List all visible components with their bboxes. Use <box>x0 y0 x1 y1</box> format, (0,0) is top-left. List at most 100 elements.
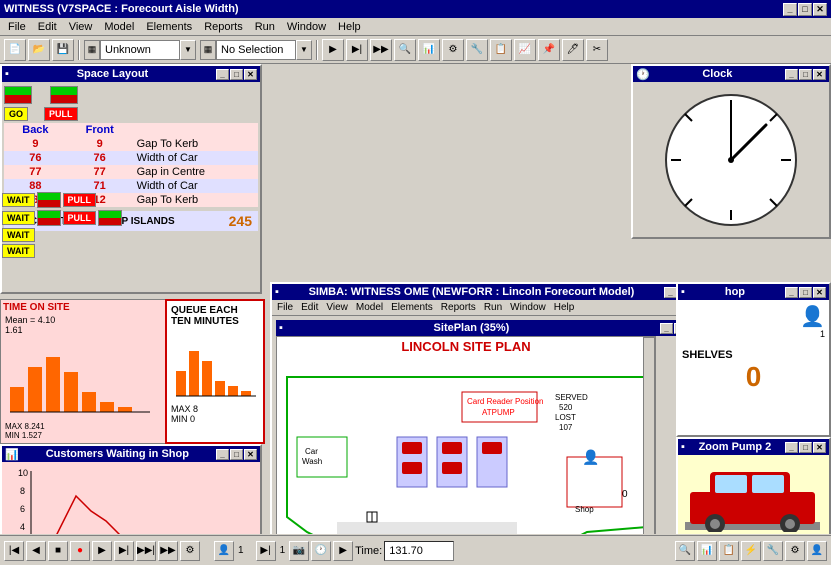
wait-btn-1[interactable]: WAIT <box>2 193 35 207</box>
step-back-button[interactable]: ◀ <box>26 541 46 561</box>
skip-back-button[interactable]: |◀ <box>4 541 24 561</box>
tool-btn-7[interactable]: 📋 <box>490 39 512 61</box>
pull-btn-3[interactable]: PULL <box>63 211 97 225</box>
pull-btn-2[interactable]: PULL <box>63 193 97 207</box>
shop-maximize[interactable]: □ <box>799 287 812 298</box>
row-label: Gap To Kerb <box>133 137 258 151</box>
simba-menu-window[interactable]: Window <box>506 301 550 314</box>
stop-button[interactable]: ■ <box>48 541 68 561</box>
clock-close[interactable]: ✕ <box>813 69 826 80</box>
zoom-maximize[interactable]: □ <box>799 442 812 453</box>
menu-edit[interactable]: Edit <box>32 20 63 34</box>
tool-btn-3[interactable]: 🔍 <box>394 39 416 61</box>
menu-window[interactable]: Window <box>281 20 332 34</box>
zoom-minimize[interactable]: _ <box>785 442 798 453</box>
minimize-button[interactable]: _ <box>783 3 797 16</box>
menu-reports[interactable]: Reports <box>198 20 249 34</box>
save-button[interactable]: 💾 <box>52 39 74 61</box>
cw-close[interactable]: ✕ <box>244 449 257 460</box>
status-right-6[interactable]: ⚙ <box>785 541 805 561</box>
agent-button[interactable]: 👤 <box>214 541 234 561</box>
simba-menu-edit[interactable]: Edit <box>297 301 322 314</box>
maximize-button[interactable]: □ <box>798 3 812 16</box>
cw-maximize[interactable]: □ <box>230 449 243 460</box>
svg-text:520: 520 <box>559 403 573 412</box>
settings-button[interactable]: ⚙ <box>180 541 200 561</box>
status-tool-1[interactable]: ▶ <box>333 541 353 561</box>
skip-forward-button[interactable]: ▶▶| <box>136 541 156 561</box>
tool-btn-4[interactable]: 📊 <box>418 39 440 61</box>
menu-elements[interactable]: Elements <box>140 20 198 34</box>
wait-btn-4[interactable]: WAIT <box>2 244 35 258</box>
status-right-4[interactable]: ⚡ <box>741 541 761 561</box>
siteplan-scrollbar-v[interactable] <box>643 337 655 534</box>
menu-run[interactable]: Run <box>249 20 281 34</box>
zoom-close[interactable]: ✕ <box>813 442 826 453</box>
svg-text:Car: Car <box>305 447 318 456</box>
time-value: 131.70 <box>384 541 454 561</box>
close-button[interactable]: ✕ <box>813 3 827 16</box>
simba-menu-elements[interactable]: Elements <box>387 301 437 314</box>
status-right-7[interactable]: 👤 <box>807 541 827 561</box>
simba-menu-run[interactable]: Run <box>480 301 506 314</box>
shop-window: ▪ hop _ □ ✕ 👤 1 SHELVES 0 <box>676 282 831 437</box>
wait-btn-3[interactable]: WAIT <box>2 228 35 242</box>
shop-minimize[interactable]: _ <box>785 287 798 298</box>
clock-minimize[interactable]: _ <box>785 69 798 80</box>
main-area: ▪ Space Layout _ □ ✕ <box>0 64 831 534</box>
shop-close[interactable]: ✕ <box>813 287 826 298</box>
menu-file[interactable]: File <box>2 20 32 34</box>
step-forward-button[interactable]: ▶| <box>114 541 134 561</box>
status-right-1[interactable]: 🔍 <box>675 541 695 561</box>
menu-help[interactable]: Help <box>332 20 367 34</box>
unknown-dropdown-arrow[interactable]: ▼ <box>180 40 196 60</box>
tool-btn-10[interactable]: 🖊 <box>562 39 584 61</box>
no-selection-value: No Selection <box>221 44 283 56</box>
simba-menu-reports[interactable]: Reports <box>437 301 480 314</box>
cw-minimize[interactable]: _ <box>216 449 229 460</box>
record-button[interactable]: ● <box>70 541 90 561</box>
space-layout-maximize[interactable]: □ <box>230 69 243 80</box>
space-layout-window: ▪ Space Layout _ □ ✕ <box>0 64 262 294</box>
unknown-dropdown[interactable]: Unknown <box>100 40 180 60</box>
go-button[interactable]: GO <box>4 107 28 121</box>
back-value: 77 <box>4 165 67 179</box>
simba-icon: ▪ <box>275 286 279 298</box>
tool-btn-6[interactable]: 🔧 <box>466 39 488 61</box>
open-button[interactable]: 📂 <box>28 39 50 61</box>
simba-menu-view[interactable]: View <box>322 301 352 314</box>
label-header <box>133 123 258 137</box>
no-selection-arrow[interactable]: ▼ <box>296 40 312 60</box>
camera-button[interactable]: 📷 <box>289 541 309 561</box>
separator-1 <box>78 40 80 60</box>
simba-menu-model[interactable]: Model <box>352 301 387 314</box>
space-layout-minimize[interactable]: _ <box>216 69 229 80</box>
tool-btn-9[interactable]: 📌 <box>538 39 560 61</box>
tool-a[interactable]: ▶| <box>256 541 276 561</box>
status-right-3[interactable]: 📋 <box>719 541 739 561</box>
run-button[interactable]: ▶ <box>322 39 344 61</box>
status-right-2[interactable]: 📊 <box>697 541 717 561</box>
space-layout-close[interactable]: ✕ <box>244 69 257 80</box>
cb-4 <box>37 210 61 226</box>
simba-menu-file[interactable]: File <box>273 301 297 314</box>
no-selection-dropdown[interactable]: No Selection <box>216 40 296 60</box>
color-block-2 <box>50 86 78 104</box>
fast-run-button[interactable]: ▶▶ <box>370 39 392 61</box>
clock-button[interactable]: 🕐 <box>311 541 331 561</box>
wait-btn-2[interactable]: WAIT <box>2 211 35 225</box>
siteplan-minimize[interactable]: _ <box>660 323 673 334</box>
tool-btn-11[interactable]: ✂ <box>586 39 608 61</box>
pull-button-1[interactable]: PULL <box>44 107 78 121</box>
clock-maximize[interactable]: □ <box>799 69 812 80</box>
simba-menu-help[interactable]: Help <box>550 301 579 314</box>
play-button[interactable]: ▶ <box>92 541 112 561</box>
new-button[interactable]: 📄 <box>4 39 26 61</box>
fast-forward-button[interactable]: ▶▶ <box>158 541 178 561</box>
menu-model[interactable]: Model <box>98 20 140 34</box>
status-right-5[interactable]: 🔧 <box>763 541 783 561</box>
menu-view[interactable]: View <box>63 20 99 34</box>
step-button[interactable]: ▶| <box>346 39 368 61</box>
tool-btn-8[interactable]: 📈 <box>514 39 536 61</box>
tool-btn-5[interactable]: ⚙ <box>442 39 464 61</box>
